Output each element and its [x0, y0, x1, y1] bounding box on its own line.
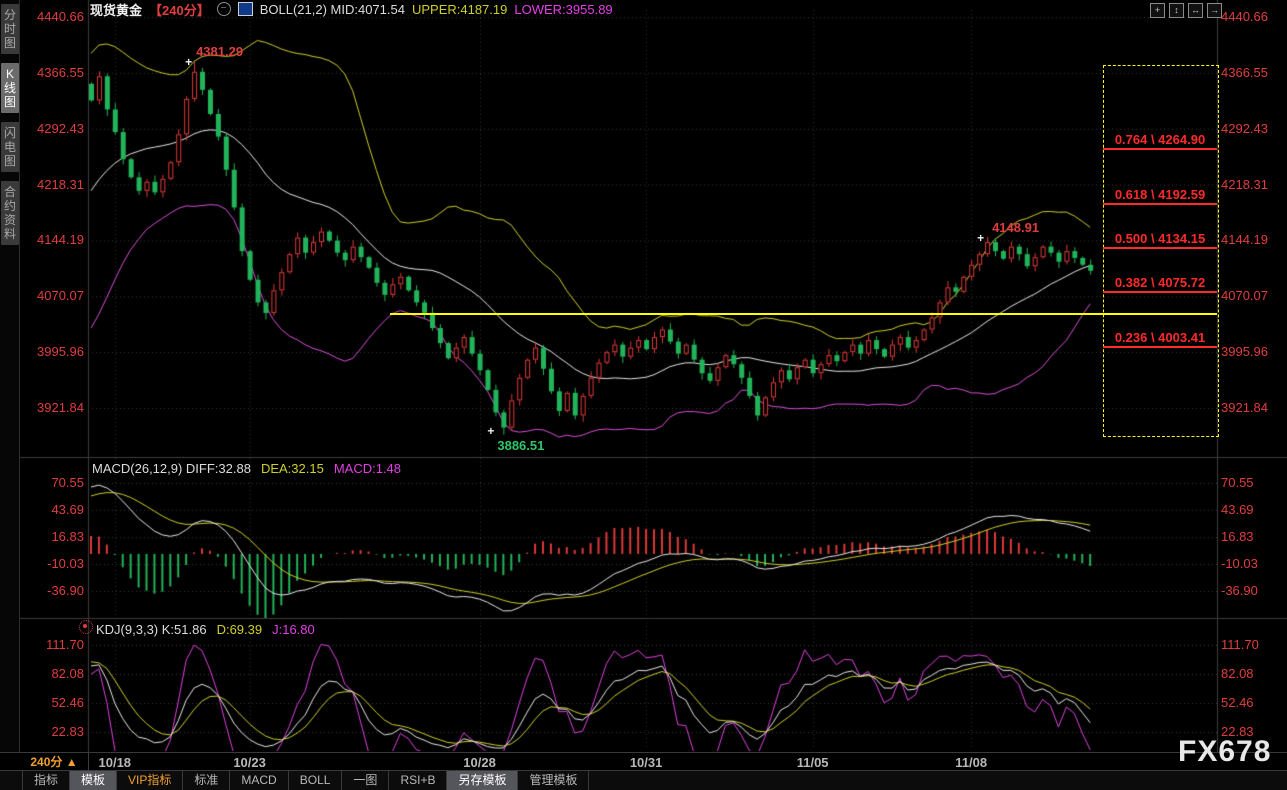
fib-level-label: 0.764 \ 4264.90 — [1103, 132, 1217, 147]
macd-tick: 16.83 — [1221, 529, 1285, 544]
macd-tick: 16.83 — [22, 529, 84, 544]
macd-tick: -10.03 — [22, 556, 84, 571]
toolbar-item-manage-template[interactable]: 管理模板 — [518, 771, 589, 790]
move-tool-icon[interactable]: + — [1150, 3, 1165, 18]
kdj-tick: 52.46 — [22, 695, 84, 710]
fib-level-line[interactable] — [1103, 148, 1217, 150]
toolbar-item-rsi-b[interactable]: RSI+B — [389, 771, 447, 790]
y-axis-scale-icon[interactable]: ↕ — [1169, 3, 1184, 18]
brand-watermark: FX678 — [1178, 735, 1271, 769]
date-tick: 11/05 — [797, 755, 829, 770]
toolbar-item-macd[interactable]: MACD — [230, 771, 288, 790]
boll-lower-readout: LOWER:3955.89 — [514, 2, 612, 17]
date-tick: 11/08 — [955, 755, 987, 770]
fib-level-line[interactable] — [1103, 346, 1217, 348]
time-axis: 240分 ▲ 10/18 10/23 10/28 10/31 11/05 11/08 — [0, 752, 1287, 771]
horizontal-line-annotation[interactable] — [390, 313, 1217, 315]
price-tick-right: 4366.55 — [1221, 65, 1285, 80]
price-tick-left: 3921.84 — [22, 400, 84, 415]
peak-high-label: 4381.29 — [196, 44, 243, 59]
price-tick-left: 4070.07 — [22, 288, 84, 303]
toolbar-item-boll[interactable]: BOLL — [289, 771, 343, 790]
fib-level-label: 0.500 \ 4134.15 — [1103, 231, 1217, 246]
boll-mid-readout: BOLL(21,2) MID:4071.54 — [260, 2, 405, 17]
price-tick-left: 4366.55 — [22, 65, 84, 80]
kdj-panel-header: KDJ(9,3,3) K:51.86 D:69.39 J:16.80 — [96, 622, 315, 637]
price-tick-right: 4440.66 — [1221, 9, 1285, 24]
macd-tick: -36.90 — [22, 583, 84, 598]
date-tick: 10/31 — [630, 755, 663, 770]
kdj-j-readout: J:16.80 — [272, 622, 315, 637]
main-chart-canvas[interactable] — [0, 0, 1287, 790]
price-tick-left: 4440.66 — [22, 9, 84, 24]
mini-kline-icon — [238, 2, 253, 16]
bottom-toolbar: 指标模板VIP指标标准MACDBOLL一图RSI+B另存模板管理模板 — [0, 771, 1287, 790]
kdj-tick: 52.46 — [1221, 695, 1285, 710]
kdj-panel-icon[interactable] — [79, 620, 93, 634]
macd-tick: 70.55 — [22, 475, 84, 490]
fib-level-line[interactable] — [1103, 291, 1217, 293]
price-tick-right: 4144.19 — [1221, 232, 1285, 247]
kdj-tick: 111.70 — [22, 637, 84, 652]
kdj-d-readout: D:69.39 — [217, 622, 263, 637]
swing-low-marker-icon: + — [487, 424, 494, 438]
price-tick-left: 4144.19 — [22, 232, 84, 247]
timeframe-bracket: 【240分】 — [149, 0, 210, 19]
toolbar-item-indicators[interactable]: 指标 — [22, 771, 70, 790]
macd-panel-header: MACD(26,12,9) DIFF:32.88 DEA:32.15 MACD:… — [92, 461, 401, 476]
trading-app-window: 现货黄金 【240分】 − BOLL(21,2) MID:4071.54 UPP… — [0, 0, 1287, 790]
timeframe-selector[interactable]: 240分 ▲ — [20, 753, 89, 771]
chart-header: 现货黄金 【240分】 − BOLL(21,2) MID:4071.54 UPP… — [90, 1, 613, 17]
kdj-tick: 111.70 — [1221, 637, 1285, 652]
fib-level-line[interactable] — [1103, 247, 1217, 249]
kdj-tick: 82.08 — [22, 666, 84, 681]
fib-level-label: 0.618 \ 4192.59 — [1103, 187, 1217, 202]
peak-high-marker-icon: + — [185, 55, 192, 69]
collapse-icon[interactable]: − — [217, 2, 231, 16]
toolbar-item-templates[interactable]: 模板 — [70, 771, 117, 790]
toolbar-item-one-chart[interactable]: 一图 — [342, 771, 389, 790]
fib-level-label: 0.236 \ 4003.41 — [1103, 330, 1217, 345]
macd-readout: MACD:1.48 — [334, 461, 401, 476]
macd-tick: 43.69 — [22, 502, 84, 517]
macd-tick: 43.69 — [1221, 502, 1285, 517]
boll-upper-readout: UPPER:4187.19 — [412, 2, 507, 17]
kdj-tick: 82.08 — [1221, 666, 1285, 681]
date-tick: 10/28 — [463, 755, 496, 770]
fib-level-line[interactable] — [1103, 203, 1217, 205]
price-tick-right: 4218.31 — [1221, 177, 1285, 192]
toolbar-item-standard[interactable]: 标准 — [183, 771, 230, 790]
fib-retracement-tool[interactable] — [1103, 65, 1219, 437]
price-tick-right: 4070.07 — [1221, 288, 1285, 303]
price-tick-left: 3995.96 — [22, 344, 84, 359]
macd-tick: -10.03 — [1221, 556, 1285, 571]
toolbar-item-save-template[interactable]: 另存模板 — [447, 771, 518, 790]
chart-toolbox: + ↕ ↔ → — [1150, 3, 1222, 18]
toolbar-item-vip-indicators[interactable]: VIP指标 — [117, 771, 183, 790]
price-tick-right: 3995.96 — [1221, 344, 1285, 359]
price-tick-right: 4292.43 — [1221, 121, 1285, 136]
price-tick-left: 4218.31 — [22, 177, 84, 192]
kdj-title: KDJ(9,3,3) K:51.86 — [96, 622, 207, 637]
macd-tick: 70.55 — [1221, 475, 1285, 490]
macd-title: MACD(26,12,9) DIFF:32.88 — [92, 461, 251, 476]
swing-low-label: 3886.51 — [497, 438, 544, 453]
recent-high-marker-icon: + — [977, 231, 984, 245]
fib-level-label: 0.382 \ 4075.72 — [1103, 275, 1217, 290]
kdj-tick: 22.83 — [22, 724, 84, 739]
symbol-name: 现货黄金 — [90, 0, 142, 19]
date-tick: 10/18 — [99, 755, 132, 770]
macd-tick: -36.90 — [1221, 583, 1285, 598]
price-tick-left: 4292.43 — [22, 121, 84, 136]
shift-right-icon[interactable]: → — [1207, 3, 1222, 18]
recent-high-label: 4148.91 — [992, 220, 1039, 235]
x-axis-scale-icon[interactable]: ↔ — [1188, 3, 1203, 18]
price-tick-right: 3921.84 — [1221, 400, 1285, 415]
date-tick: 10/23 — [233, 755, 266, 770]
macd-dea-readout: DEA:32.15 — [261, 461, 324, 476]
